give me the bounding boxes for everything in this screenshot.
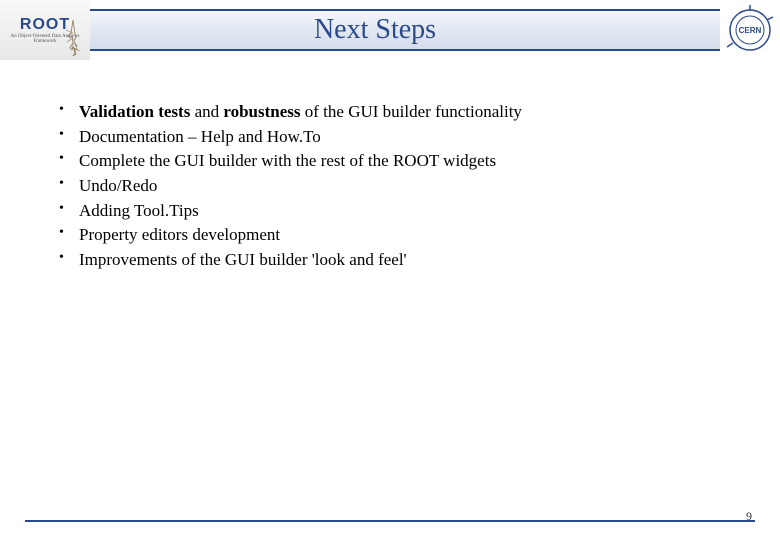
tree-icon xyxy=(58,18,88,58)
title-band: Next Steps xyxy=(90,9,720,51)
cern-logo: CERN xyxy=(720,0,780,60)
emphasis-text: robustness xyxy=(223,102,300,121)
list-item: Complete the GUI builder with the rest o… xyxy=(55,149,740,174)
emphasis-text: Validation tests xyxy=(79,102,190,121)
slide-header: ROOT An Object-Oriented Data Analysis Fr… xyxy=(0,0,780,60)
list-item: Documentation – Help and How.To xyxy=(55,125,740,150)
slide-content: Validation tests and robustness of the G… xyxy=(0,60,780,272)
svg-text:CERN: CERN xyxy=(739,26,762,35)
footer-divider xyxy=(25,520,755,522)
list-item: Undo/Redo xyxy=(55,174,740,199)
slide-footer: 9 xyxy=(0,520,780,522)
list-item: Adding Tool.Tips xyxy=(55,199,740,224)
bullet-list: Validation tests and robustness of the G… xyxy=(55,100,740,272)
list-item: Validation tests and robustness of the G… xyxy=(55,100,740,125)
slide-title: Next Steps xyxy=(314,14,496,46)
list-item: Property editors development xyxy=(55,223,740,248)
root-logo: ROOT An Object-Oriented Data Analysis Fr… xyxy=(0,0,90,60)
cern-logo-icon: CERN xyxy=(725,5,775,55)
page-number: 9 xyxy=(746,509,752,524)
list-item: Improvements of the GUI builder 'look an… xyxy=(55,248,740,273)
